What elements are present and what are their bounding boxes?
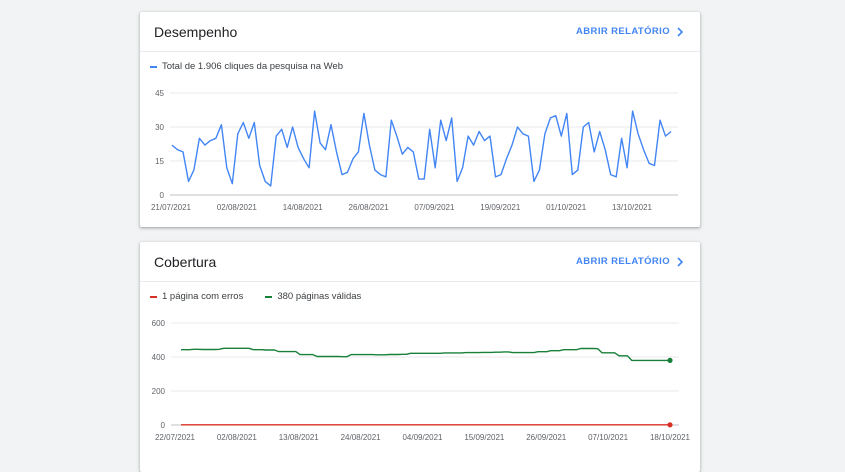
y-tick-label: 0 xyxy=(161,421,166,430)
x-tick-label: 26/08/2021 xyxy=(349,203,390,212)
performance-chart: 0 15 30 45 21/07/2021 02/08/2021 14/08/2021 26/… xyxy=(151,89,678,212)
y-tick-label: 400 xyxy=(152,353,166,362)
x-tick-label: 02/08/2021 xyxy=(217,203,258,212)
x-tick-label: 07/09/2021 xyxy=(414,203,455,212)
x-tick-label: 02/08/2021 xyxy=(217,433,258,442)
coverage-chart: 0 200 400 600 22/07/2021 02/08/2021 13/08/2021… xyxy=(152,319,691,442)
y-tick-label: 600 xyxy=(152,319,166,328)
y-tick-label: 15 xyxy=(155,157,164,166)
x-tick-label: 21/07/2021 xyxy=(151,203,192,212)
x-tick-label: 01/10/2021 xyxy=(546,203,587,212)
series-end-point-0[interactable] xyxy=(667,422,673,428)
coverage-card: Cobertura ABRIR RELATÓRIO 1 página com e… xyxy=(140,242,700,472)
x-tick-label: 24/08/2021 xyxy=(341,433,382,442)
x-tick-label: 18/10/2021 xyxy=(650,433,691,442)
performance-card: Desempenho ABRIR RELATÓRIO Total de 1.90… xyxy=(140,12,700,227)
series-line-0 xyxy=(171,110,672,187)
x-tick-label: 13/10/2021 xyxy=(612,203,653,212)
y-tick-label: 45 xyxy=(155,89,164,98)
x-tick-label: 07/10/2021 xyxy=(588,433,629,442)
series-line-1 xyxy=(181,347,670,362)
x-tick-label: 15/09/2021 xyxy=(464,433,505,442)
y-tick-label: 200 xyxy=(152,387,166,396)
series-end-point-1[interactable] xyxy=(667,357,673,363)
y-tick-label: 0 xyxy=(160,191,165,200)
y-tick-label: 30 xyxy=(155,123,164,132)
x-tick-label: 22/07/2021 xyxy=(155,433,196,442)
x-tick-label: 13/08/2021 xyxy=(279,433,320,442)
x-tick-label: 04/09/2021 xyxy=(402,433,443,442)
x-tick-label: 19/09/2021 xyxy=(480,203,521,212)
x-tick-label: 26/09/2021 xyxy=(526,433,567,442)
x-tick-label: 14/08/2021 xyxy=(283,203,324,212)
